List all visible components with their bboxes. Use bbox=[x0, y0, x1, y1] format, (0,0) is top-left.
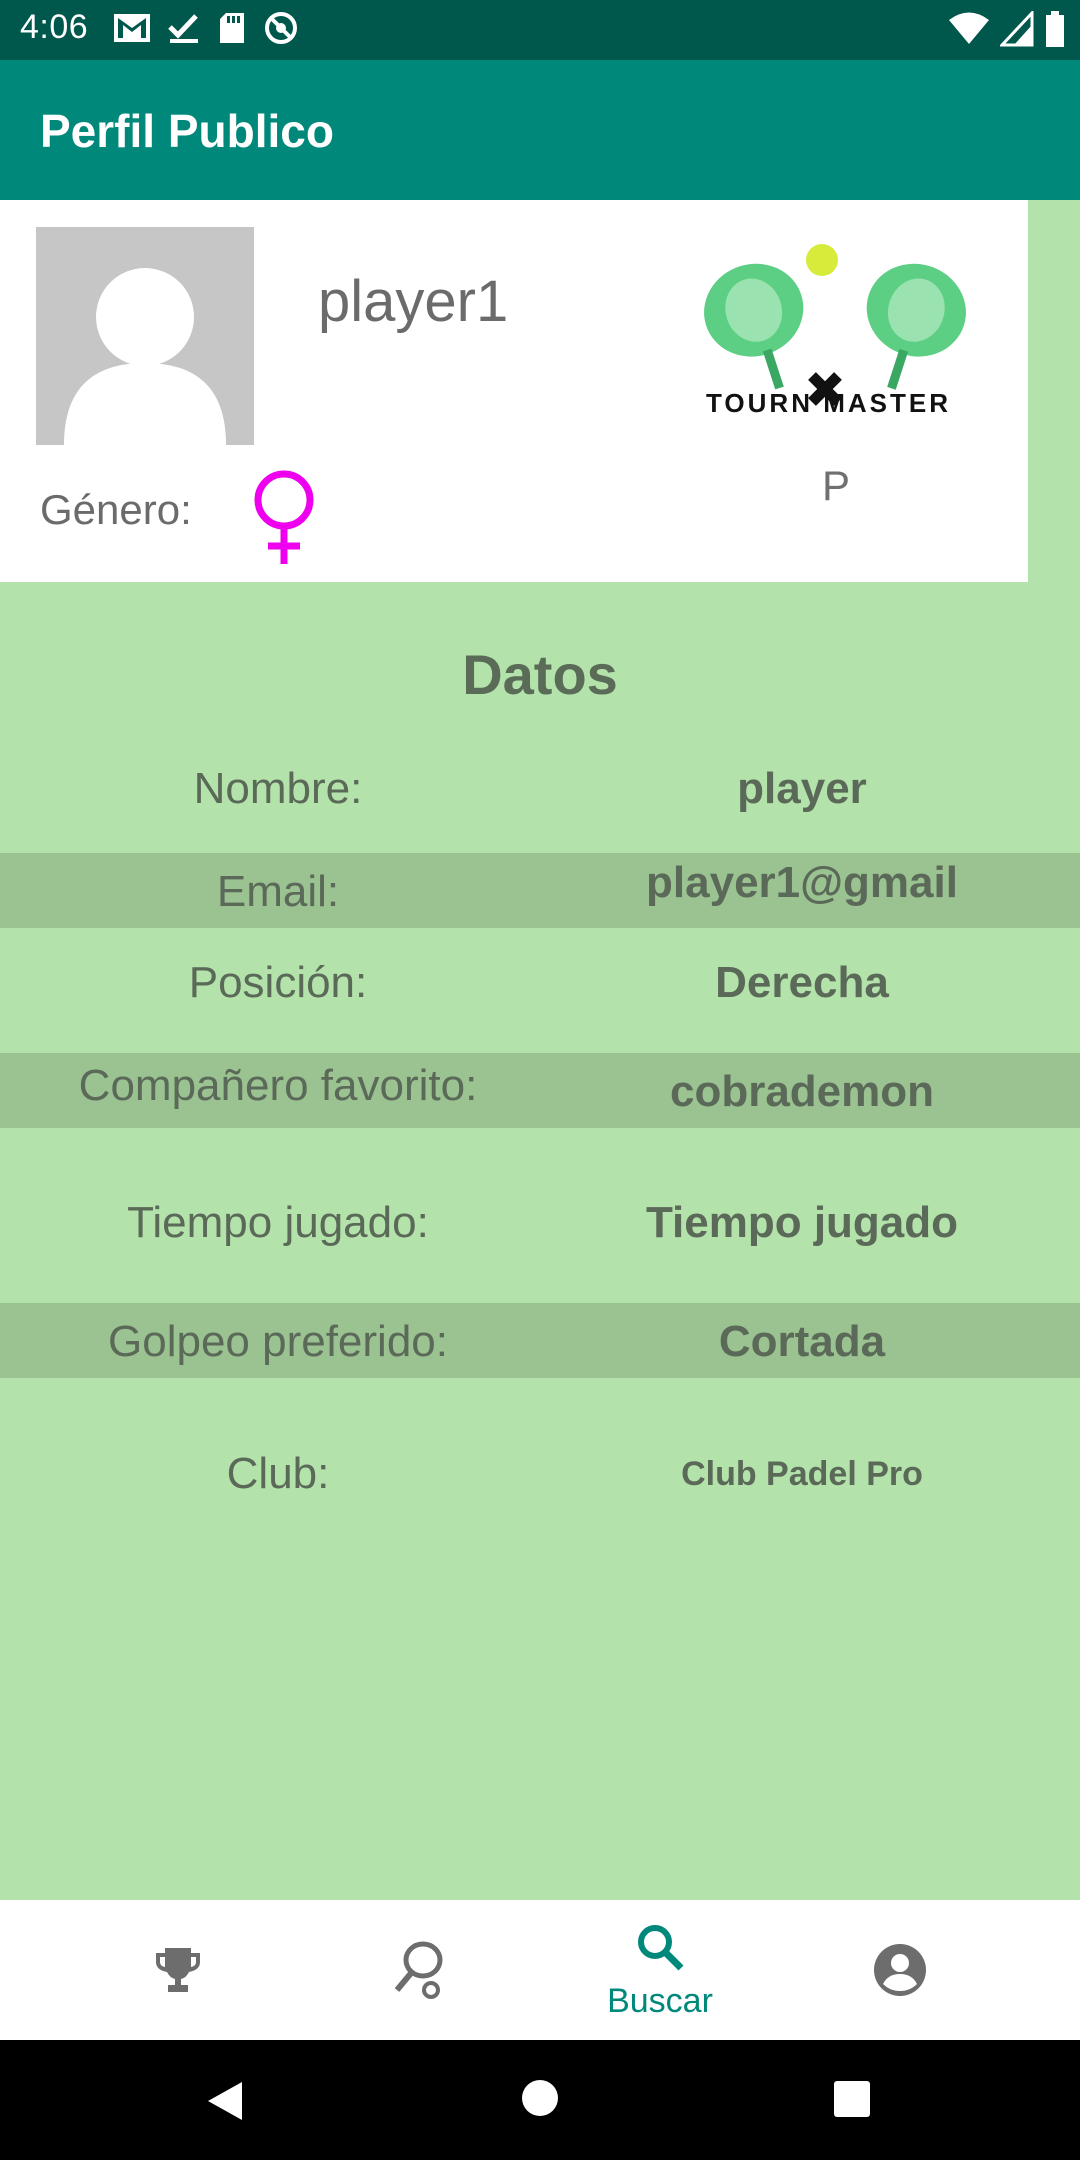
account-circle-icon bbox=[874, 1944, 926, 1996]
logo-text: TOURN MASTER bbox=[706, 388, 951, 418]
row-label: Email: bbox=[216, 867, 340, 916]
data-row-tiempo: Tiempo jugado: Tiempo jugado bbox=[0, 1128, 1080, 1303]
checkmark-icon bbox=[166, 10, 202, 46]
position-letter: P bbox=[822, 462, 851, 509]
row-value: Derecha bbox=[715, 958, 889, 1007]
battery-icon bbox=[1044, 10, 1066, 48]
row-label: Compañero favorito: bbox=[78, 1061, 478, 1110]
bottom-navigation: Buscar bbox=[0, 1900, 1080, 2040]
data-row-companero: Compañero favorito: cobrademon bbox=[0, 1053, 1080, 1128]
row-label: Nombre: bbox=[193, 764, 363, 813]
data-row-email: Email: player1@gmail bbox=[0, 853, 1080, 928]
nav-item-buscar[interactable]: Buscar bbox=[540, 1900, 780, 2040]
row-label: Posición: bbox=[188, 958, 368, 1007]
trophy-icon bbox=[156, 1948, 200, 1992]
nav-item-partidos[interactable] bbox=[298, 1900, 538, 2040]
gender-label: Género: bbox=[40, 486, 192, 533]
system-navigation-bar bbox=[0, 2040, 1080, 2160]
data-row-posicion: Posición: Derecha bbox=[0, 928, 1080, 1053]
padel-racket-icon bbox=[394, 1941, 443, 1999]
row-value: cobrademon bbox=[669, 1067, 935, 1116]
username: player1 bbox=[318, 269, 509, 334]
back-icon[interactable] bbox=[204, 2080, 246, 2122]
female-symbol-icon bbox=[254, 470, 314, 564]
data-row-nombre: Nombre: player bbox=[0, 744, 1080, 834]
profile-card: player1 TOURN MASTER P Género: bbox=[0, 200, 1028, 582]
recents-icon[interactable] bbox=[834, 2081, 870, 2117]
row-label: Golpeo preferido: bbox=[108, 1317, 448, 1366]
app-bar: Perfil Publico bbox=[0, 60, 1080, 200]
data-row-golpeo: Golpeo preferido: Cortada bbox=[0, 1303, 1080, 1378]
row-value: Club Padel Pro bbox=[681, 1455, 923, 1493]
status-time: 4:06 bbox=[20, 8, 89, 46]
search-icon bbox=[638, 1925, 684, 1971]
gmail-icon bbox=[112, 10, 152, 46]
page-title: Perfil Publico bbox=[40, 105, 334, 157]
row-value: player bbox=[737, 764, 867, 813]
nav-item-perfil[interactable] bbox=[780, 1900, 1020, 2040]
row-value: Tiempo jugado bbox=[645, 1198, 959, 1247]
cell-signal-icon bbox=[1000, 11, 1034, 47]
row-label: Club: bbox=[226, 1449, 330, 1498]
wifi-icon bbox=[948, 11, 990, 47]
person-placeholder-icon bbox=[64, 268, 226, 445]
row-label: Tiempo jugado: bbox=[127, 1198, 429, 1247]
section-title-datos: Datos bbox=[462, 643, 618, 706]
row-value: player1@gmail bbox=[646, 858, 958, 907]
home-icon[interactable] bbox=[522, 2080, 558, 2116]
sd-card-icon bbox=[216, 10, 248, 46]
nav-item-torneos[interactable] bbox=[58, 1900, 298, 2040]
sync-disabled-icon bbox=[262, 10, 300, 46]
row-value: Cortada bbox=[718, 1317, 886, 1366]
status-bar: 4:06 bbox=[0, 0, 1080, 60]
avatar bbox=[36, 227, 254, 445]
nav-label-buscar: Buscar bbox=[607, 1982, 713, 2020]
data-row-club: Club: Club Padel Pro bbox=[0, 1378, 1080, 1568]
